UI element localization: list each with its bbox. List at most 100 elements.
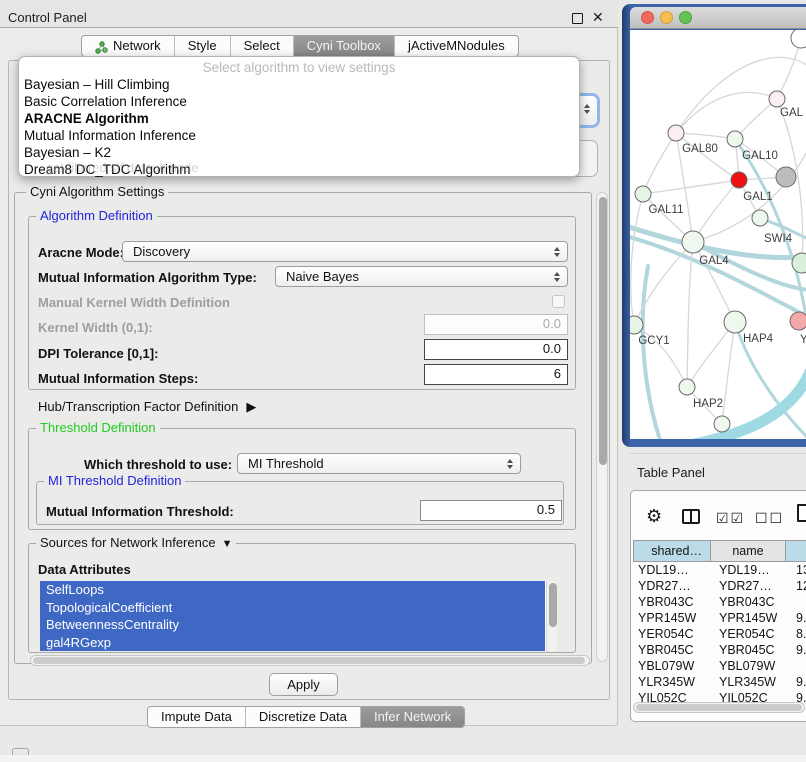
column-header-name[interactable]: name — [711, 540, 786, 562]
divider — [630, 453, 806, 454]
table-row[interactable]: YDL19…YDL19…13 — [633, 562, 806, 578]
network-view-window: GALGAL80GAL10GAL1GAL11SWI4GAL4GCY1HAP4YH… — [622, 4, 806, 447]
table-row[interactable]: YPR145WYPR145W9. — [633, 610, 806, 626]
which-threshold-label: Which threshold to use: — [84, 457, 232, 472]
table-cell: YLR345W — [711, 674, 786, 690]
network-node-gal1[interactable] — [731, 172, 747, 188]
tab-discretize-data[interactable]: Discretize Data — [245, 707, 360, 727]
select-all-checkboxes-icon[interactable]: ☑☑ — [716, 510, 745, 527]
sources-toggle[interactable]: Sources for Network Inference▼ — [36, 536, 236, 551]
network-node[interactable] — [714, 416, 730, 432]
network-node-swi4[interactable] — [752, 210, 768, 226]
close-panel-icon[interactable]: ✕ — [592, 9, 604, 26]
settings-vertical-scrollbar[interactable] — [596, 192, 608, 662]
apply-button[interactable]: Apply — [269, 673, 338, 696]
table-row[interactable]: YBL079WYBL079W — [633, 658, 806, 674]
tab-jactivemnodules[interactable]: jActiveMNodules — [394, 36, 518, 56]
table-cell: 8. — [786, 626, 806, 642]
mi-threshold-field[interactable]: 0.5 — [420, 500, 562, 521]
attribute-item-gal4rgexp[interactable]: gal4RGexp — [40, 634, 545, 652]
aracne-mode-value: Discovery — [133, 244, 190, 259]
network-node-gal11[interactable] — [635, 186, 651, 202]
attribute-item-betweennesscentrality[interactable]: BetweennessCentrality — [40, 616, 545, 634]
scrollbar-thumb[interactable] — [549, 583, 557, 627]
network-window-titlebar — [630, 7, 806, 29]
file-icon[interactable] — [797, 504, 806, 522]
tab-impute-data[interactable]: Impute Data — [148, 707, 245, 727]
attribute-item-selfloops[interactable]: SelfLoops — [40, 581, 545, 599]
which-threshold-select[interactable]: MI Threshold — [237, 453, 521, 474]
network-canvas[interactable]: GALGAL80GAL10GAL1GAL11SWI4GAL4GCY1HAP4YH… — [630, 30, 806, 439]
table-row[interactable]: YER054CYER054C8. — [633, 626, 806, 642]
table-cell: 13 — [786, 562, 806, 578]
column-header-shared[interactable]: shared… — [633, 540, 711, 562]
table-horizontal-scrollbar[interactable] — [633, 702, 805, 713]
table-cell: 9. — [786, 610, 806, 626]
stepper-arrows-icon — [554, 272, 560, 282]
table-cell: 9. — [786, 642, 806, 658]
table-row[interactable]: YLR345WYLR345W9. — [633, 674, 806, 690]
network-node-hap4[interactable] — [724, 311, 746, 333]
minimize-window-button[interactable] — [660, 11, 673, 24]
gear-icon[interactable]: ⚙ — [646, 506, 662, 527]
table-row[interactable]: YIL052CYIL052C9. — [633, 690, 806, 702]
column-header-2[interactable] — [786, 540, 806, 562]
tab-network[interactable]: Network — [82, 36, 174, 56]
network-node-gal80[interactable] — [668, 125, 684, 141]
network-node-gal[interactable] — [769, 91, 785, 107]
manual-kernel-label: Manual Kernel Width Definition — [38, 295, 230, 310]
tab-style[interactable]: Style — [174, 36, 230, 56]
table-cell: 9. — [786, 690, 806, 702]
cyni-settings-title: Cyni Algorithm Settings — [26, 185, 168, 199]
deselect-all-checkboxes-icon[interactable]: ☐☐ — [755, 510, 784, 527]
network-node-hap2[interactable] — [679, 379, 695, 395]
scrollbar-thumb[interactable] — [636, 704, 802, 711]
tab-label-style: Style — [188, 36, 217, 56]
tab-select[interactable]: Select — [230, 36, 293, 56]
table-row[interactable]: YBR045CYBR045C9. — [633, 642, 806, 658]
table-row[interactable]: YDR27…YDR27…12 — [633, 578, 806, 594]
float-panel-icon[interactable] — [572, 13, 583, 24]
mi-type-select[interactable]: Naive Bayes — [275, 266, 568, 287]
algorithm-option-bayesian-k2[interactable]: Bayesian – K2 — [19, 144, 579, 161]
tab-infer-network[interactable]: Infer Network — [360, 707, 464, 727]
hub-definition-toggle[interactable]: Hub/Transcription Factor Definition▶ — [38, 399, 256, 415]
expand-arrow-icon: ▶ — [246, 399, 256, 415]
scrollbar-thumb[interactable] — [599, 197, 607, 465]
algorithm-option-mutual-information-inference[interactable]: Mutual Information Inference — [19, 127, 579, 144]
network-node-gal10[interactable] — [727, 131, 743, 147]
close-window-button[interactable] — [641, 11, 654, 24]
network-node-gcy1[interactable] — [630, 316, 643, 334]
data-attributes-label: Data Attributes — [38, 562, 131, 577]
table-header-row: shared…name — [633, 540, 806, 562]
mi-steps-field[interactable]: 6 — [424, 364, 568, 385]
network-node-gal4[interactable] — [682, 231, 704, 253]
attribute-item-topologicalcoefficient[interactable]: TopologicalCoefficient — [40, 599, 545, 617]
tab-cyni-toolbox[interactable]: Cyni Toolbox — [293, 36, 394, 56]
which-threshold-value: MI Threshold — [248, 456, 324, 471]
table-cell: YBR043C — [711, 594, 786, 610]
table-row[interactable]: YBR043CYBR043C — [633, 594, 806, 610]
node-label-gal: GAL — [780, 107, 804, 119]
mi-threshold-label: Mutual Information Threshold: — [46, 504, 234, 519]
scrollbar-thumb[interactable] — [33, 657, 585, 664]
node-label-gal1: GAL1 — [743, 191, 772, 203]
status-strip — [0, 755, 806, 762]
algorithm-option-aracne-algorithm[interactable]: ARACNE Algorithm — [19, 110, 579, 127]
tab-label-infer-network: Infer Network — [374, 707, 451, 727]
manual-kernel-checkbox[interactable] — [552, 295, 565, 308]
network-node[interactable] — [791, 30, 806, 48]
kernel-width-field[interactable]: 0.0 — [424, 314, 568, 335]
attributes-horizontal-scrollbar[interactable] — [30, 655, 590, 666]
aracne-mode-select[interactable]: Discovery — [122, 241, 568, 262]
zoom-window-button[interactable] — [679, 11, 692, 24]
network-node[interactable] — [776, 167, 796, 187]
attributes-vertical-scrollbar[interactable] — [546, 581, 557, 651]
dpi-tolerance-field[interactable]: 0.0 — [424, 339, 568, 360]
network-node-y[interactable] — [790, 312, 806, 330]
mi-steps-label: Mutual Information Steps: — [38, 371, 198, 386]
network-edge — [676, 57, 806, 133]
column-layout-icon[interactable] — [682, 509, 700, 524]
algorithm-option-bayesian-hill-climbing[interactable]: Bayesian – Hill Climbing — [19, 76, 579, 93]
algorithm-option-basic-correlation-inference[interactable]: Basic Correlation Inference — [19, 93, 579, 110]
